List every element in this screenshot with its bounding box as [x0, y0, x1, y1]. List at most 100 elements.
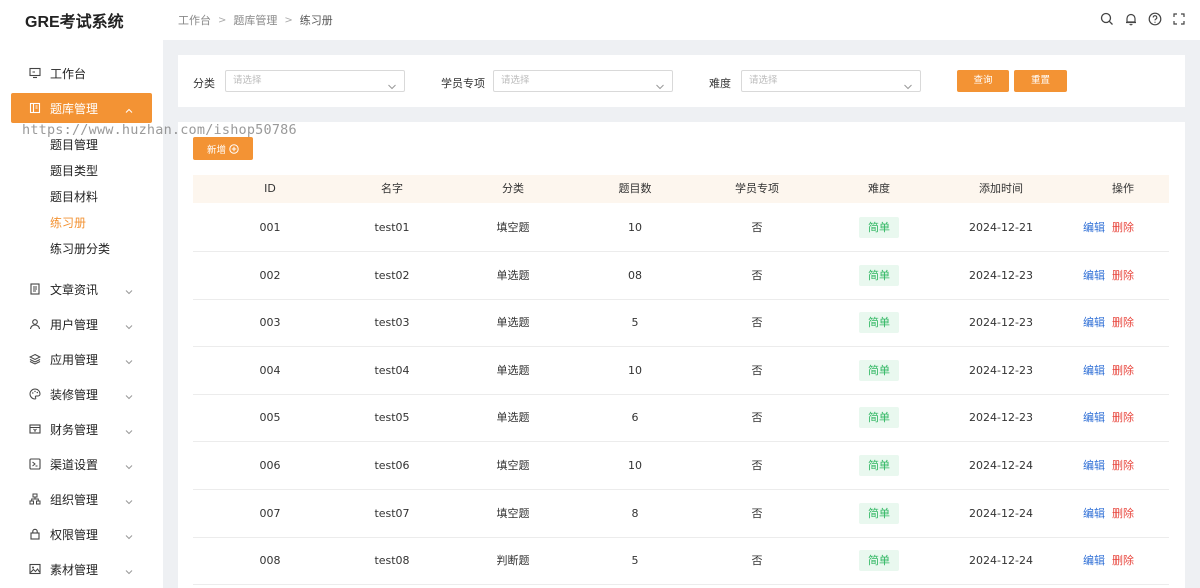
- chevron-up-icon: [125, 104, 133, 113]
- cell-id: 004: [259, 363, 281, 377]
- sidebar-item-organization[interactable]: 组织管理: [0, 484, 163, 514]
- cell-date: 2024-12-23: [969, 411, 1033, 425]
- breadcrumb: 工作台 > 题库管理 > 练习册: [163, 12, 333, 28]
- sidebar-item-users[interactable]: 用户管理: [0, 309, 163, 339]
- sidebar-item-channels[interactable]: 渠道设置: [0, 449, 163, 479]
- delete-link[interactable]: 删除: [1112, 252, 1134, 299]
- cell-date: 2024-12-21: [969, 221, 1033, 234]
- edit-link[interactable]: 编辑: [1083, 347, 1105, 394]
- chevron-down-icon: [125, 355, 133, 365]
- sidebar-item-permissions[interactable]: 权限管理: [0, 519, 163, 549]
- delete-link[interactable]: 删除: [1112, 394, 1134, 441]
- difficulty-badge: 简单: [859, 217, 899, 238]
- chevron-right-icon: >: [284, 14, 293, 26]
- fullscreen-icon[interactable]: [1172, 12, 1186, 26]
- table-row: 004 test04 单选题 10 否 简单 2024-12-23 编辑 删除: [193, 347, 1169, 395]
- cell-count: 08: [628, 268, 642, 282]
- breadcrumb-item[interactable]: 题库管理: [233, 12, 277, 28]
- sidebar-item-label: 财务管理: [50, 422, 99, 437]
- image-icon: [29, 563, 41, 575]
- help-icon[interactable]: [1148, 12, 1162, 26]
- delete-link[interactable]: 删除: [1112, 347, 1134, 394]
- table-row: 002 test02 单选题 08 否 简单 2024-12-23 编辑 删除: [193, 252, 1169, 300]
- category-placeholder: 请选择: [233, 75, 262, 86]
- delete-link[interactable]: 删除: [1112, 537, 1134, 584]
- difficulty-badge: 简单: [859, 502, 899, 524]
- cell-id: 006: [259, 459, 281, 472]
- edit-link[interactable]: 编辑: [1083, 299, 1105, 346]
- cell-special: 否: [751, 411, 763, 425]
- sidebar-subitem-exercise-category[interactable]: 练习册分类: [50, 240, 110, 257]
- query-button[interactable]: 查询: [957, 70, 1009, 92]
- table-row: 005 test05 单选题 6 否 简单 2024-12-23 编辑 删除: [193, 394, 1169, 443]
- column-header: 名字: [381, 182, 403, 195]
- sidebar-subitem-question-material[interactable]: 题目材料: [50, 188, 98, 205]
- cell-name: test04: [374, 363, 410, 377]
- cell-date: 2024-12-23: [969, 268, 1033, 282]
- sidebar-item-materials[interactable]: 素材管理: [0, 554, 163, 584]
- cell-count: 10: [628, 363, 642, 377]
- breadcrumb-item[interactable]: 工作台: [178, 12, 211, 28]
- chevron-down-icon: [125, 530, 133, 540]
- special-select[interactable]: 请选择: [493, 70, 673, 92]
- cell-id: 002: [259, 268, 281, 282]
- edit-link[interactable]: 编辑: [1083, 394, 1105, 441]
- sidebar-item-workbench[interactable]: 工作台: [0, 58, 163, 88]
- add-button-label: 新增: [206, 144, 226, 156]
- sidebar-item-label: 权限管理: [50, 527, 99, 542]
- sidebar-item-apps[interactable]: 应用管理: [0, 344, 163, 374]
- sidebar-item-label: 应用管理: [50, 352, 99, 367]
- edit-link[interactable]: 编辑: [1083, 204, 1105, 251]
- cell-name: test03: [374, 316, 410, 330]
- sidebar-item-question-bank[interactable]: 题库管理: [11, 93, 152, 123]
- delete-link[interactable]: 删除: [1112, 490, 1134, 537]
- sidebar-subitem-exercise-book[interactable]: 练习册: [50, 214, 86, 231]
- edit-link[interactable]: 编辑: [1083, 490, 1105, 537]
- cell-date: 2024-12-24: [969, 554, 1033, 568]
- category-label: 分类: [193, 77, 215, 90]
- sidebar-item-articles[interactable]: 文章资讯: [0, 274, 163, 304]
- edit-link[interactable]: 编辑: [1083, 537, 1105, 584]
- cell-id: 007: [259, 506, 281, 520]
- cell-id: 008: [259, 554, 281, 568]
- sidebar-subitem-question-manage[interactable]: 题目管理: [50, 136, 98, 153]
- cell-date: 2024-12-24: [969, 506, 1033, 520]
- difficulty-label: 难度: [709, 77, 731, 90]
- search-icon[interactable]: [1100, 12, 1114, 26]
- palette-icon: [29, 388, 41, 400]
- edit-link[interactable]: 编辑: [1083, 252, 1105, 299]
- difficulty-select[interactable]: 请选择: [741, 70, 921, 92]
- special-label: 学员专项: [441, 77, 485, 90]
- monitor-icon: [29, 67, 41, 79]
- category-select[interactable]: 请选择: [225, 70, 405, 92]
- difficulty-badge: 简单: [859, 359, 899, 381]
- table-row: 008 test08 判断题 5 否 简单 2024-12-24 编辑 删除: [193, 537, 1169, 586]
- sidebar-item-decoration[interactable]: 装修管理: [0, 379, 163, 409]
- delete-link[interactable]: 删除: [1112, 299, 1134, 346]
- cell-count: 10: [628, 221, 642, 234]
- sidebar-item-label: 用户管理: [50, 317, 99, 332]
- sidebar-subitem-question-type[interactable]: 题目类型: [50, 162, 98, 179]
- cell-date: 2024-12-23: [969, 363, 1033, 377]
- bell-icon[interactable]: [1124, 12, 1138, 26]
- edit-link[interactable]: 编辑: [1083, 442, 1105, 489]
- sidebar-item-finance[interactable]: 财务管理: [0, 414, 163, 444]
- delete-link[interactable]: 删除: [1112, 442, 1134, 489]
- cell-special: 否: [751, 316, 763, 330]
- column-header: 添加时间: [979, 182, 1023, 195]
- lock-icon: [29, 528, 41, 540]
- column-header: ID: [264, 182, 276, 195]
- cell-count: 8: [631, 506, 639, 520]
- column-header: 操作: [1112, 182, 1134, 195]
- table-row: 007 test07 填空题 8 否 简单 2024-12-24 编辑 删除: [193, 490, 1169, 538]
- breadcrumb-current: 练习册: [299, 14, 333, 27]
- cell-count: 10: [628, 459, 642, 472]
- column-header: 题目数: [618, 182, 652, 195]
- delete-link[interactable]: 删除: [1112, 204, 1134, 251]
- reset-button[interactable]: 重置: [1014, 70, 1067, 92]
- cell-category: 单选题: [496, 411, 530, 425]
- table-row: 003 test03 单选题 5 否 简单 2024-12-23 编辑 删除: [193, 299, 1169, 348]
- sidebar-item-label: 组织管理: [50, 492, 99, 507]
- add-button[interactable]: 新增: [193, 137, 253, 160]
- watermark-text: https://www.huzhan.com/ishop50786: [22, 122, 297, 138]
